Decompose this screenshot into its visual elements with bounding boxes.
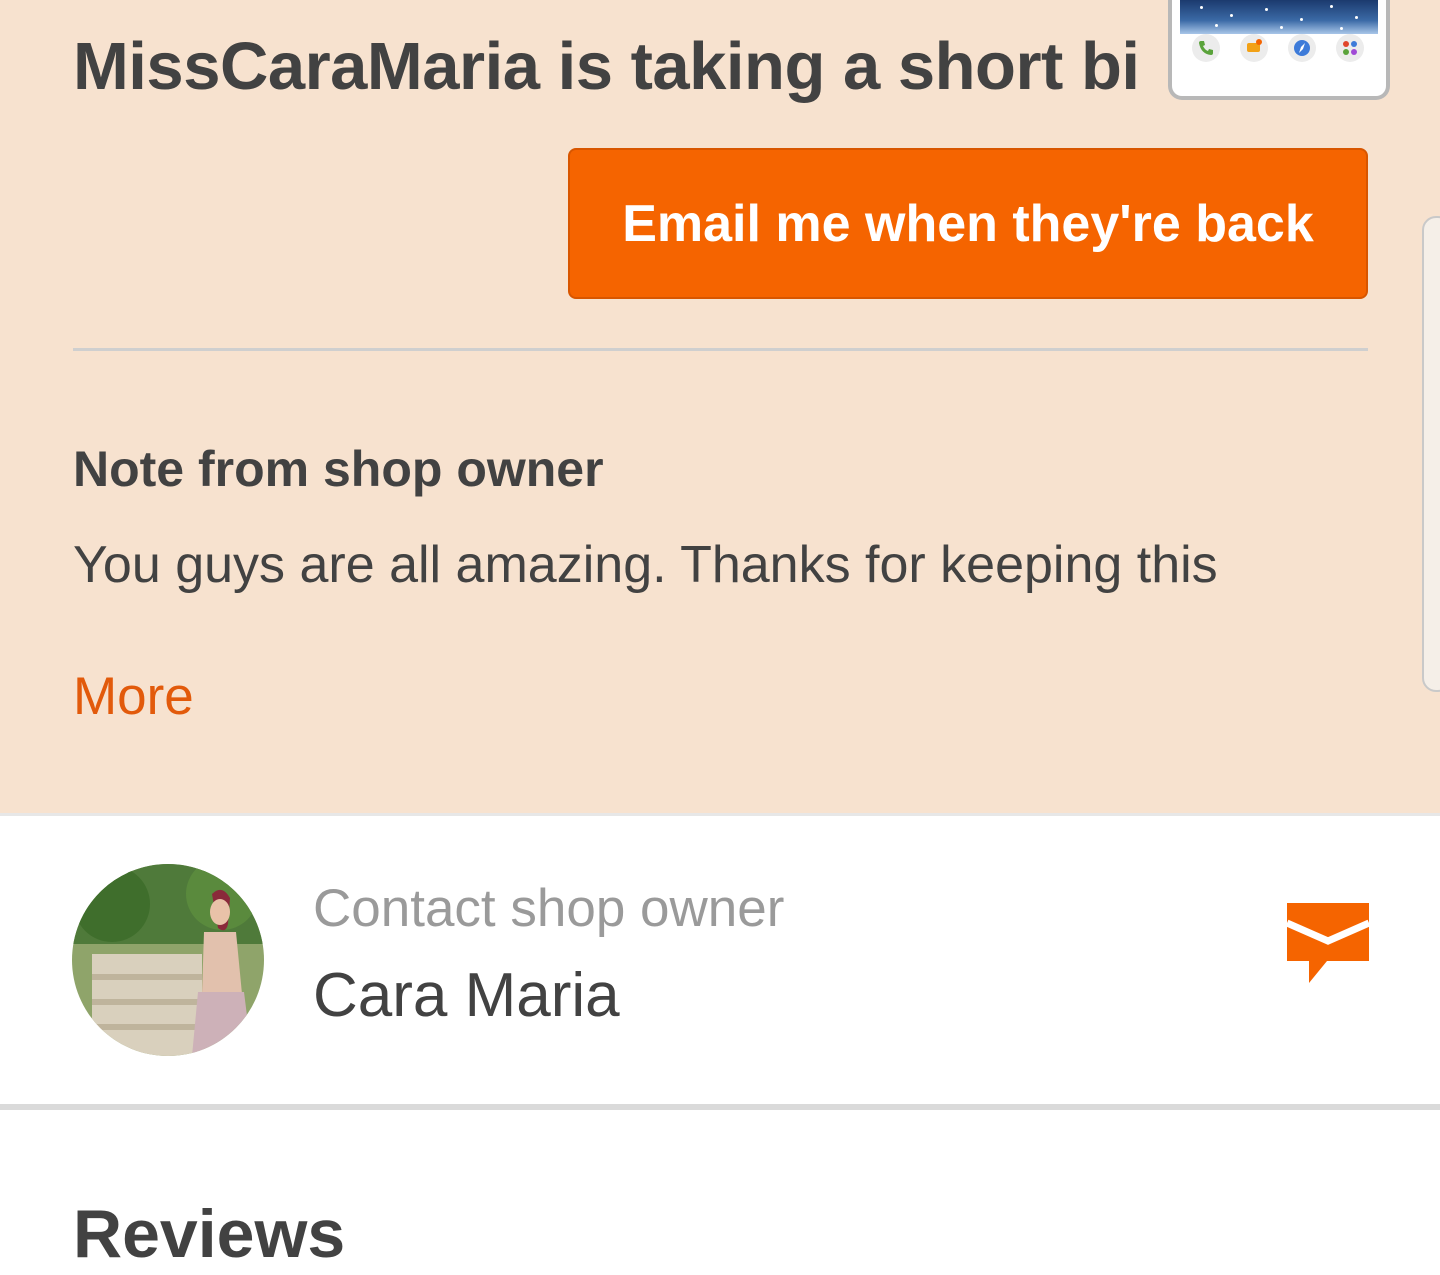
wallpaper-preview (1180, 0, 1378, 34)
shop-owner-name: Cara Maria (313, 961, 620, 1030)
apps-icon[interactable] (1336, 34, 1364, 62)
floating-window-preview[interactable] (1168, 0, 1390, 100)
shop-status-headline: MissCaraMaria is taking a short bi (73, 29, 1140, 104)
section-divider (0, 1104, 1440, 1110)
compass-icon[interactable] (1288, 34, 1316, 62)
chat-icon[interactable] (1240, 34, 1268, 62)
edge-panel-handle[interactable] (1422, 216, 1440, 692)
note-body: You guys are all amazing. Thanks for kee… (73, 536, 1218, 594)
email-me-when-back-button[interactable]: Email me when they're back (568, 148, 1368, 299)
vacation-banner: MissCaraMaria is taking a short bi Email… (0, 0, 1440, 813)
phone-icon[interactable] (1192, 34, 1220, 62)
contact-label: Contact shop owner (313, 879, 785, 938)
more-link[interactable]: More (73, 666, 194, 727)
contact-shop-owner-row[interactable]: Contact shop owner Cara Maria (0, 816, 1440, 1104)
reviews-heading: Reviews (73, 1196, 346, 1272)
note-title: Note from shop owner (73, 441, 604, 497)
avatar[interactable] (72, 864, 264, 1056)
message-icon[interactable] (1285, 903, 1371, 987)
divider (73, 348, 1368, 351)
